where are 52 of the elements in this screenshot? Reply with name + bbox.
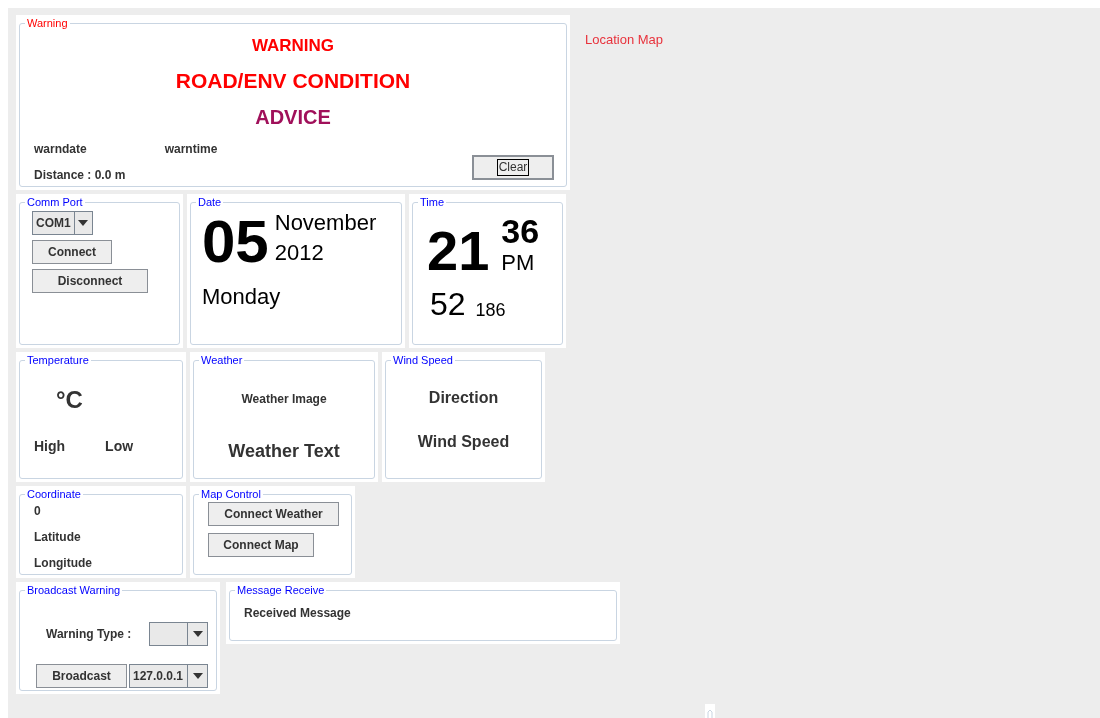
- panel-title: Coordinate: [26, 489, 82, 500]
- weekday-text: Monday: [201, 283, 282, 311]
- weather-text: Weather Text: [228, 440, 340, 463]
- dropdown-arrow-icon: [192, 673, 203, 679]
- condition-text: ROAD/ENV CONDITION: [175, 67, 411, 94]
- warn-date: warndate: [34, 141, 87, 158]
- port-button[interactable]: Connect: [32, 240, 112, 264]
- warning-type-dropdown[interactable]: [149, 622, 208, 646]
- panel-title: Temperature: [26, 355, 90, 366]
- second-number: 52: [430, 286, 466, 322]
- year-text: 2012: [274, 240, 325, 266]
- distance-text: Distance : 0.0 m: [34, 167, 127, 184]
- latitude-label: Latitude: [34, 529, 82, 546]
- tab-handle-icon: [705, 704, 715, 718]
- wind-speed-label: Wind Speed: [417, 432, 510, 452]
- panel-title: Message Receive: [236, 585, 326, 596]
- coordinate-value: 0: [34, 503, 42, 520]
- high-label: High: [34, 437, 66, 456]
- minute-number: 36: [501, 212, 540, 250]
- warning-type-label: Warning Type :: [46, 626, 132, 643]
- month-text: November: [274, 210, 377, 236]
- panel-title: Broadcast Warning: [26, 585, 122, 596]
- panel-title: Comm Port: [26, 197, 84, 208]
- ampm-text: PM: [501, 250, 536, 276]
- address-dropdown[interactable]: 127.0.0.1: [129, 664, 208, 688]
- day-number: 05: [202, 210, 269, 274]
- direction-label: Direction: [428, 388, 499, 408]
- panel-title: Time: [419, 197, 446, 208]
- broadcast-button[interactable]: Broadcast: [36, 664, 127, 688]
- warn-time: warntime: [164, 141, 218, 158]
- received-message-text: Received Message: [243, 605, 352, 622]
- panel-title: Weather: [200, 355, 244, 366]
- millisecond-number: 186: [475, 299, 506, 322]
- port-dropdown[interactable]: COM1: [32, 211, 93, 235]
- map-control-button[interactable]: Connect Map: [208, 533, 314, 557]
- panel-title: Date: [197, 197, 223, 208]
- dropdown-arrow-icon: [192, 631, 203, 637]
- low-label: Low: [105, 437, 134, 456]
- clear-button[interactable]: Clear: [472, 155, 554, 180]
- longitude-label: Longitude: [34, 555, 93, 572]
- dropdown-arrow-icon: [78, 220, 89, 226]
- panel-title: Wind Speed: [392, 355, 454, 366]
- panel-title: Map Control: [200, 489, 262, 500]
- warning-title: WARNING: [251, 35, 335, 57]
- temperature-unit: °C: [55, 385, 84, 415]
- location-map-title: Location Map: [585, 32, 664, 47]
- panel-title: Warning: [26, 18, 69, 29]
- weather-image-label: Weather Image: [241, 391, 327, 408]
- map-control-button[interactable]: Connect Weather: [208, 502, 339, 526]
- advice-text: ADVICE: [255, 105, 331, 130]
- port-button[interactable]: Disconnect: [32, 269, 148, 293]
- hour-number: 21: [427, 218, 490, 284]
